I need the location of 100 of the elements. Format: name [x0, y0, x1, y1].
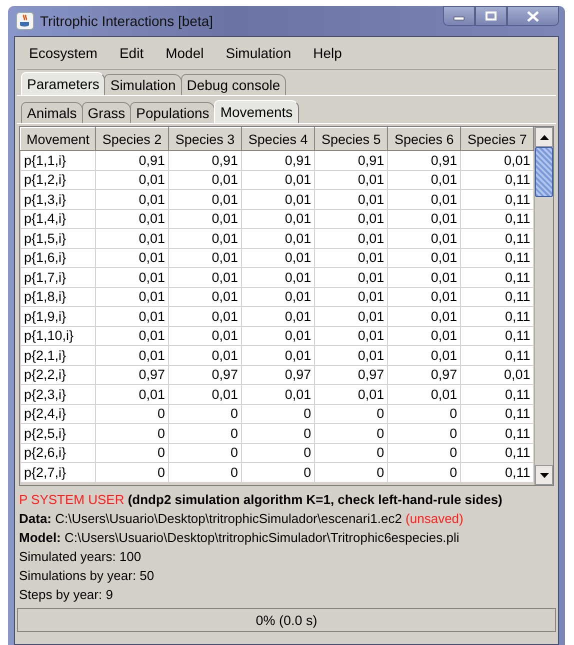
table-cell: 0,01 — [96, 287, 169, 306]
column-header[interactable]: Species 2 — [96, 128, 169, 150]
table-cell: 0,01 — [96, 190, 169, 209]
status-text: Data: C:\Users\Usuario\Desktop\tritrophicSimulador\escenari1.ec2 (unsaved) — [19, 510, 464, 528]
table-cell: p{1,2,i} — [20, 170, 96, 190]
table-cell: 0 — [96, 462, 169, 482]
table-cell: 0 — [388, 443, 461, 462]
table-cell: 0,01 — [168, 306, 242, 326]
table-cell: 0,11 — [460, 384, 534, 404]
table-cell: 0,01 — [314, 306, 388, 326]
tab[interactable]: Parameters — [21, 72, 106, 95]
column-header[interactable]: Species 5 — [314, 128, 388, 150]
table-cell: 0 — [168, 404, 242, 424]
table-cell: 0,01 — [388, 190, 461, 209]
table-cell: p{1,3,i} — [20, 190, 96, 209]
minimize-button[interactable] — [443, 6, 475, 26]
table-cell: 0,01 — [242, 228, 315, 248]
menu-item[interactable]: Ecosystem — [17, 43, 108, 63]
table-cell: 0,11 — [460, 462, 534, 482]
table-cell: 0 — [388, 424, 461, 443]
table-cell: 0,01 — [314, 170, 388, 190]
table-cell: 0,01 — [242, 248, 315, 268]
table-cell: 0,01 — [242, 209, 315, 228]
column-header[interactable]: Species 4 — [242, 128, 315, 150]
table-cell: 0,01 — [314, 209, 388, 228]
table-cell: 0,91 — [96, 150, 169, 170]
table-cell: 0 — [96, 443, 169, 462]
table-cell: 0 — [168, 424, 242, 443]
table-cell: 0,11 — [460, 268, 534, 287]
table-cell: 0,01 — [242, 326, 315, 346]
table-cell: 0,01 — [168, 248, 242, 268]
table-cell: 0,01 — [168, 228, 242, 248]
table-cell: 0 — [388, 462, 461, 482]
column-header[interactable]: Species 7 — [460, 128, 534, 150]
table-cell: 0,01 — [242, 190, 315, 209]
tab[interactable]: Animals — [21, 102, 83, 123]
table-cell: 0,01 — [314, 346, 388, 365]
status-text: P SYSTEM USER (dndp2 simulation algorithm K=1, check left-hand-rule sides) — [19, 491, 504, 509]
menu-item[interactable]: Help — [301, 43, 352, 63]
table-cell: 0,01 — [168, 326, 242, 346]
table-cell: 0,01 — [388, 384, 461, 404]
table-cell: 0 — [314, 424, 388, 443]
tab[interactable]: Movements — [214, 100, 299, 123]
table-cell: p{1,10,i} — [20, 326, 96, 346]
status-text: Steps by year: 9 — [19, 586, 114, 604]
table-cell: 0,11 — [460, 346, 534, 365]
table-cell: 0,01 — [314, 248, 388, 268]
scroll-thumb[interactable] — [535, 147, 553, 197]
status-text: Model: C:\Users\Usuario\Desktop\tritrophicSimulador\Tritrophic6especies.pli — [19, 529, 460, 547]
table-cell: 0,01 — [314, 384, 388, 404]
table-cell: 0,91 — [314, 150, 388, 170]
table-cell: 0,11 — [460, 424, 534, 443]
table-cell: 0,01 — [168, 346, 242, 365]
menu-item[interactable]: Model — [154, 43, 214, 63]
table-cell: 0,01 — [314, 228, 388, 248]
table-cell: 0 — [314, 462, 388, 482]
table-cell: p{2,4,i} — [20, 404, 96, 424]
table-cell: p{2,2,i} — [20, 365, 96, 384]
table-cell: p{1,4,i} — [20, 209, 96, 228]
table-cell: 0,01 — [168, 287, 242, 306]
menu-item[interactable]: Edit — [107, 43, 154, 63]
table-cell: 0,97 — [168, 365, 242, 384]
table-cell: 0,01 — [388, 228, 461, 248]
scroll-up-button[interactable] — [535, 127, 553, 147]
table-cell: 0,01 — [96, 384, 169, 404]
table-cell: 0,11 — [460, 190, 534, 209]
menu-item[interactable]: Simulation — [214, 43, 302, 63]
column-header[interactable]: Species 6 — [388, 128, 461, 150]
table-cell: p{1,7,i} — [20, 268, 96, 287]
table-cell: 0,01 — [314, 326, 388, 346]
tab[interactable]: Simulation — [104, 74, 182, 95]
table-cell: 0 — [168, 443, 242, 462]
table-cell: 0 — [96, 424, 169, 443]
table-cell: 0,01 — [242, 306, 315, 326]
java-cup-icon — [16, 12, 34, 30]
tab[interactable]: Populations — [130, 102, 216, 123]
table-cell: 0,01 — [96, 306, 169, 326]
table-cell: 0 — [168, 462, 242, 482]
scrollbar[interactable] — [534, 127, 553, 485]
table-cell: 0,01 — [388, 326, 461, 346]
table-cell: 0,11 — [460, 306, 534, 326]
column-header[interactable]: Species 3 — [168, 128, 242, 150]
maximize-button[interactable] — [475, 6, 507, 26]
table-cell: 0 — [242, 462, 315, 482]
table-cell: p{1,1,i} — [20, 150, 96, 170]
scroll-down-button[interactable] — [535, 465, 553, 485]
table-cell: 0,01 — [168, 384, 242, 404]
table-cell: p{1,8,i} — [20, 287, 96, 306]
column-header[interactable]: Movement — [20, 128, 96, 150]
close-button[interactable] — [507, 6, 559, 26]
table-cell: p{2,6,i} — [20, 443, 96, 462]
table-cell: p{1,5,i} — [20, 228, 96, 248]
tab[interactable]: Debug console — [180, 74, 286, 95]
table-cell: p{1,6,i} — [20, 248, 96, 268]
table-cell: 0,97 — [388, 365, 461, 384]
table-cell: p{2,5,i} — [20, 424, 96, 443]
table-cell: 0 — [242, 443, 315, 462]
down-arrow-icon — [540, 472, 549, 478]
table-cell: p{1,9,i} — [20, 306, 96, 326]
table-cell: 0,01 — [242, 346, 315, 365]
